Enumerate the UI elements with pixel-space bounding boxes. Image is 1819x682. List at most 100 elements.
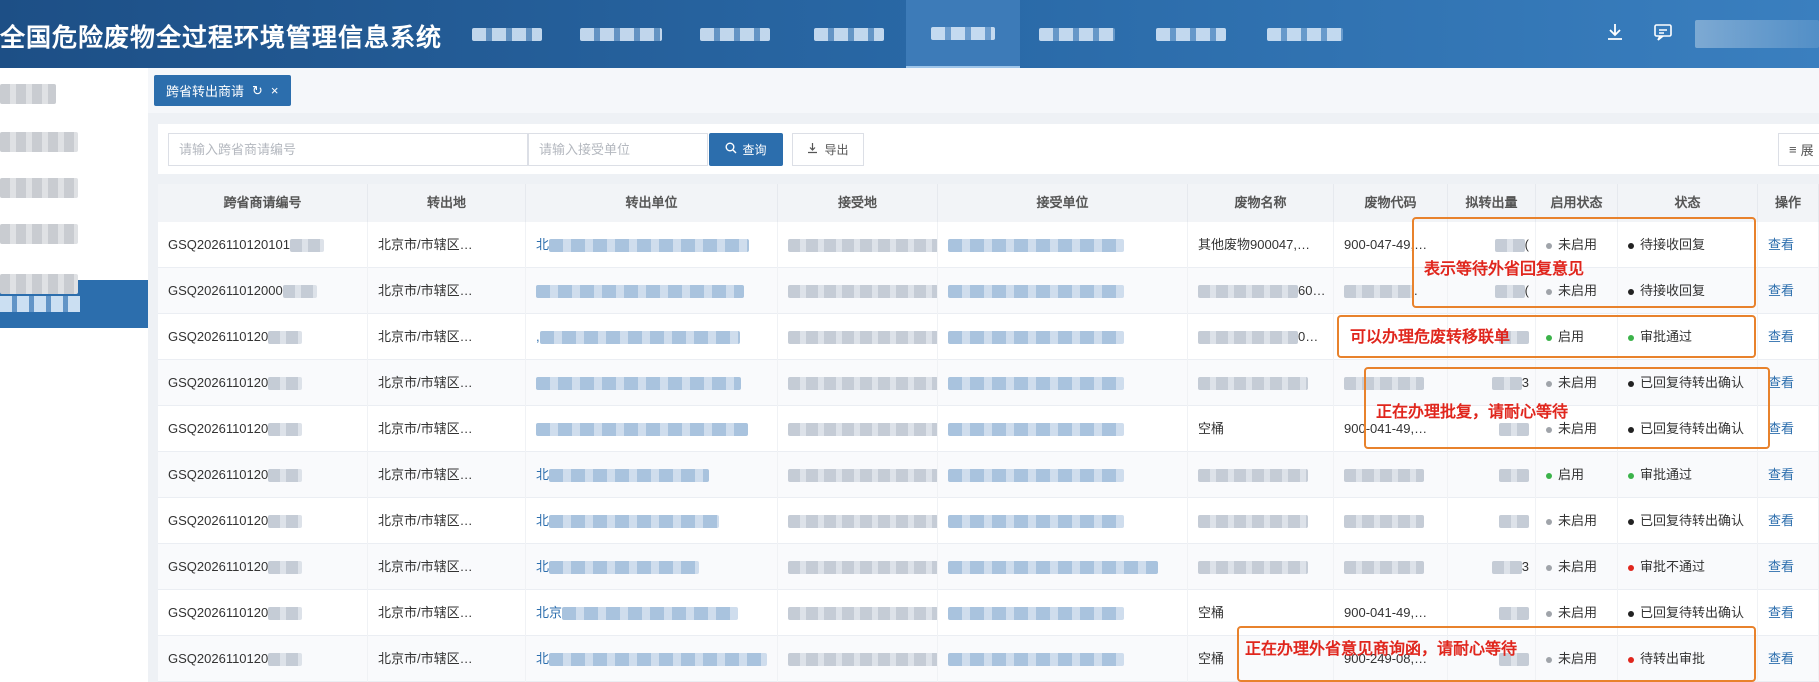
status-dot-icon <box>1546 518 1552 525</box>
annotation-text-4: 正在办理外省意见商询函，请耐心等待 <box>1245 641 1518 658</box>
redacted-text <box>549 561 700 575</box>
redacted-text <box>268 331 303 345</box>
sidebar <box>0 68 148 682</box>
redacted-text <box>788 377 937 391</box>
column-header: 接受单位 <box>938 184 1188 222</box>
waste-code-text: 900-041-49,… <box>1344 605 1428 620</box>
view-link[interactable]: 查看 <box>1768 329 1794 344</box>
view-link[interactable]: 查看 <box>1768 651 1794 666</box>
origin-text: 北京市/市辖区… <box>378 421 473 436</box>
sidebar-item-3[interactable] <box>0 178 78 198</box>
column-header: 接受地 <box>778 184 938 222</box>
apply-no-text: GSQ2026110120 <box>168 421 269 436</box>
sidebar-item-4[interactable] <box>0 224 78 244</box>
origin-text: 北京市/市辖区… <box>378 651 473 666</box>
refresh-icon[interactable]: ↻ <box>252 83 263 99</box>
cell-action: 查看 <box>1758 452 1819 498</box>
cell-receive-place <box>778 452 938 498</box>
menu-icon: ≡ <box>1789 142 1797 157</box>
sender-unit-text: 北 <box>536 559 550 574</box>
table-row[interactable]: GSQ2026110120 北京市/市辖区… 北 启用 审批通过 查看 <box>158 452 1819 498</box>
export-button[interactable]: 导出 <box>792 133 864 166</box>
status-dot-icon <box>1546 564 1552 571</box>
cell-waste-name <box>1188 360 1334 406</box>
cell-apply-no: GSQ2026110120 <box>158 314 368 360</box>
expand-button[interactable]: ≡ 展 <box>1778 133 1819 166</box>
view-link[interactable]: 查看 <box>1768 605 1794 620</box>
nav-item-7[interactable] <box>1134 0 1248 68</box>
sender-unit-text: 北京 <box>536 605 563 620</box>
sidebar-item-1[interactable] <box>0 84 56 104</box>
redacted-text <box>788 239 937 253</box>
cell-receive-unit <box>938 590 1188 636</box>
nav-item-4[interactable] <box>792 0 906 68</box>
table-row[interactable]: GSQ2026110120 北京市/市辖区… 北 未启用 已回复待转出确认 查看 <box>158 498 1819 544</box>
view-link[interactable]: 查看 <box>1768 237 1794 252</box>
status-badge: 审批不通过 <box>1640 559 1706 574</box>
nav-item-8[interactable] <box>1248 0 1362 68</box>
view-link[interactable]: 查看 <box>1768 421 1794 436</box>
redacted-text <box>268 469 303 483</box>
status-badge: 已回复待转出确认 <box>1640 605 1745 620</box>
cell-action: 查看 <box>1758 222 1819 268</box>
cell-action: 查看 <box>1758 498 1819 544</box>
nav-item-2[interactable] <box>564 0 678 68</box>
view-link[interactable]: 查看 <box>1768 559 1794 574</box>
message-icon[interactable] <box>1652 21 1674 49</box>
apply-no-text: GSQ2026110120 <box>168 513 269 528</box>
search-bar: 请输入跨省商请编号 请输入接受单位 查询 导出 ≡ 展 <box>158 124 1819 174</box>
nav-item-6[interactable] <box>1020 0 1134 68</box>
cell-receive-unit <box>938 268 1188 314</box>
user-info[interactable] <box>1695 20 1819 48</box>
cell-receive-place <box>778 590 938 636</box>
annotation-text-1: 表示等待外省回复意见 <box>1424 261 1585 278</box>
cell-origin: 北京市/市辖区… <box>368 314 526 360</box>
close-icon[interactable]: × <box>271 83 279 98</box>
redacted-text <box>268 653 303 667</box>
receiver-input[interactable]: 请输入接受单位 <box>528 133 708 166</box>
view-link[interactable]: 查看 <box>1768 375 1794 390</box>
redacted-text <box>549 469 710 483</box>
redacted-text <box>948 653 1124 667</box>
sender-unit-text: 北 <box>536 513 550 528</box>
cell-apply-no: GSQ202611012000 <box>158 268 368 314</box>
cell-origin: 北京市/市辖区… <box>368 544 526 590</box>
cell-receive-place <box>778 406 938 452</box>
cell-status: 已回复待转出确认 <box>1618 498 1758 544</box>
status-dot-icon <box>1628 518 1634 525</box>
nav-item-3[interactable] <box>678 0 792 68</box>
nav-item-1[interactable] <box>450 0 564 68</box>
table-row[interactable]: GSQ2026110120 北京市/市辖区… 北 3 未启用 审批不通过 查看 <box>158 544 1819 590</box>
download-icon[interactable] <box>1604 21 1626 49</box>
redacted-text <box>1198 377 1308 391</box>
cell-amount <box>1448 498 1536 544</box>
redacted-text <box>1499 607 1529 621</box>
query-button[interactable]: 查询 <box>709 133 783 166</box>
sidebar-item-7[interactable] <box>0 274 78 294</box>
apply-no-input[interactable]: 请输入跨省商请编号 <box>168 133 358 166</box>
cell-origin: 北京市/市辖区… <box>368 268 526 314</box>
tab-cross-province[interactable]: 跨省转出商请 ↻ × <box>154 75 291 106</box>
origin-text: 北京市/市辖区… <box>378 329 473 344</box>
cell-sender-unit <box>526 360 778 406</box>
view-link[interactable]: 查看 <box>1768 467 1794 482</box>
cell-apply-no: GSQ2026110120 <box>158 590 368 636</box>
sidebar-item-2[interactable] <box>0 132 78 152</box>
redacted-text <box>1198 469 1308 483</box>
redacted-text <box>562 607 739 621</box>
column-header: 操作 <box>1758 184 1819 222</box>
redacted-text <box>1198 331 1298 345</box>
redacted-text <box>788 331 937 345</box>
nav-item-active[interactable] <box>906 0 1020 68</box>
top-nav <box>450 0 1362 68</box>
view-link[interactable]: 查看 <box>1768 283 1794 298</box>
view-link[interactable]: 查看 <box>1768 513 1794 528</box>
redacted-text <box>948 239 1124 253</box>
cell-origin: 北京市/市辖区… <box>368 590 526 636</box>
waste-name-text: 空桶 <box>1198 651 1225 666</box>
cell-amount: 3 <box>1448 544 1536 590</box>
cell-receive-unit <box>938 360 1188 406</box>
cell-sender-unit <box>526 268 778 314</box>
date-range-input[interactable] <box>348 133 528 166</box>
sender-unit-text: 北 <box>536 651 550 666</box>
